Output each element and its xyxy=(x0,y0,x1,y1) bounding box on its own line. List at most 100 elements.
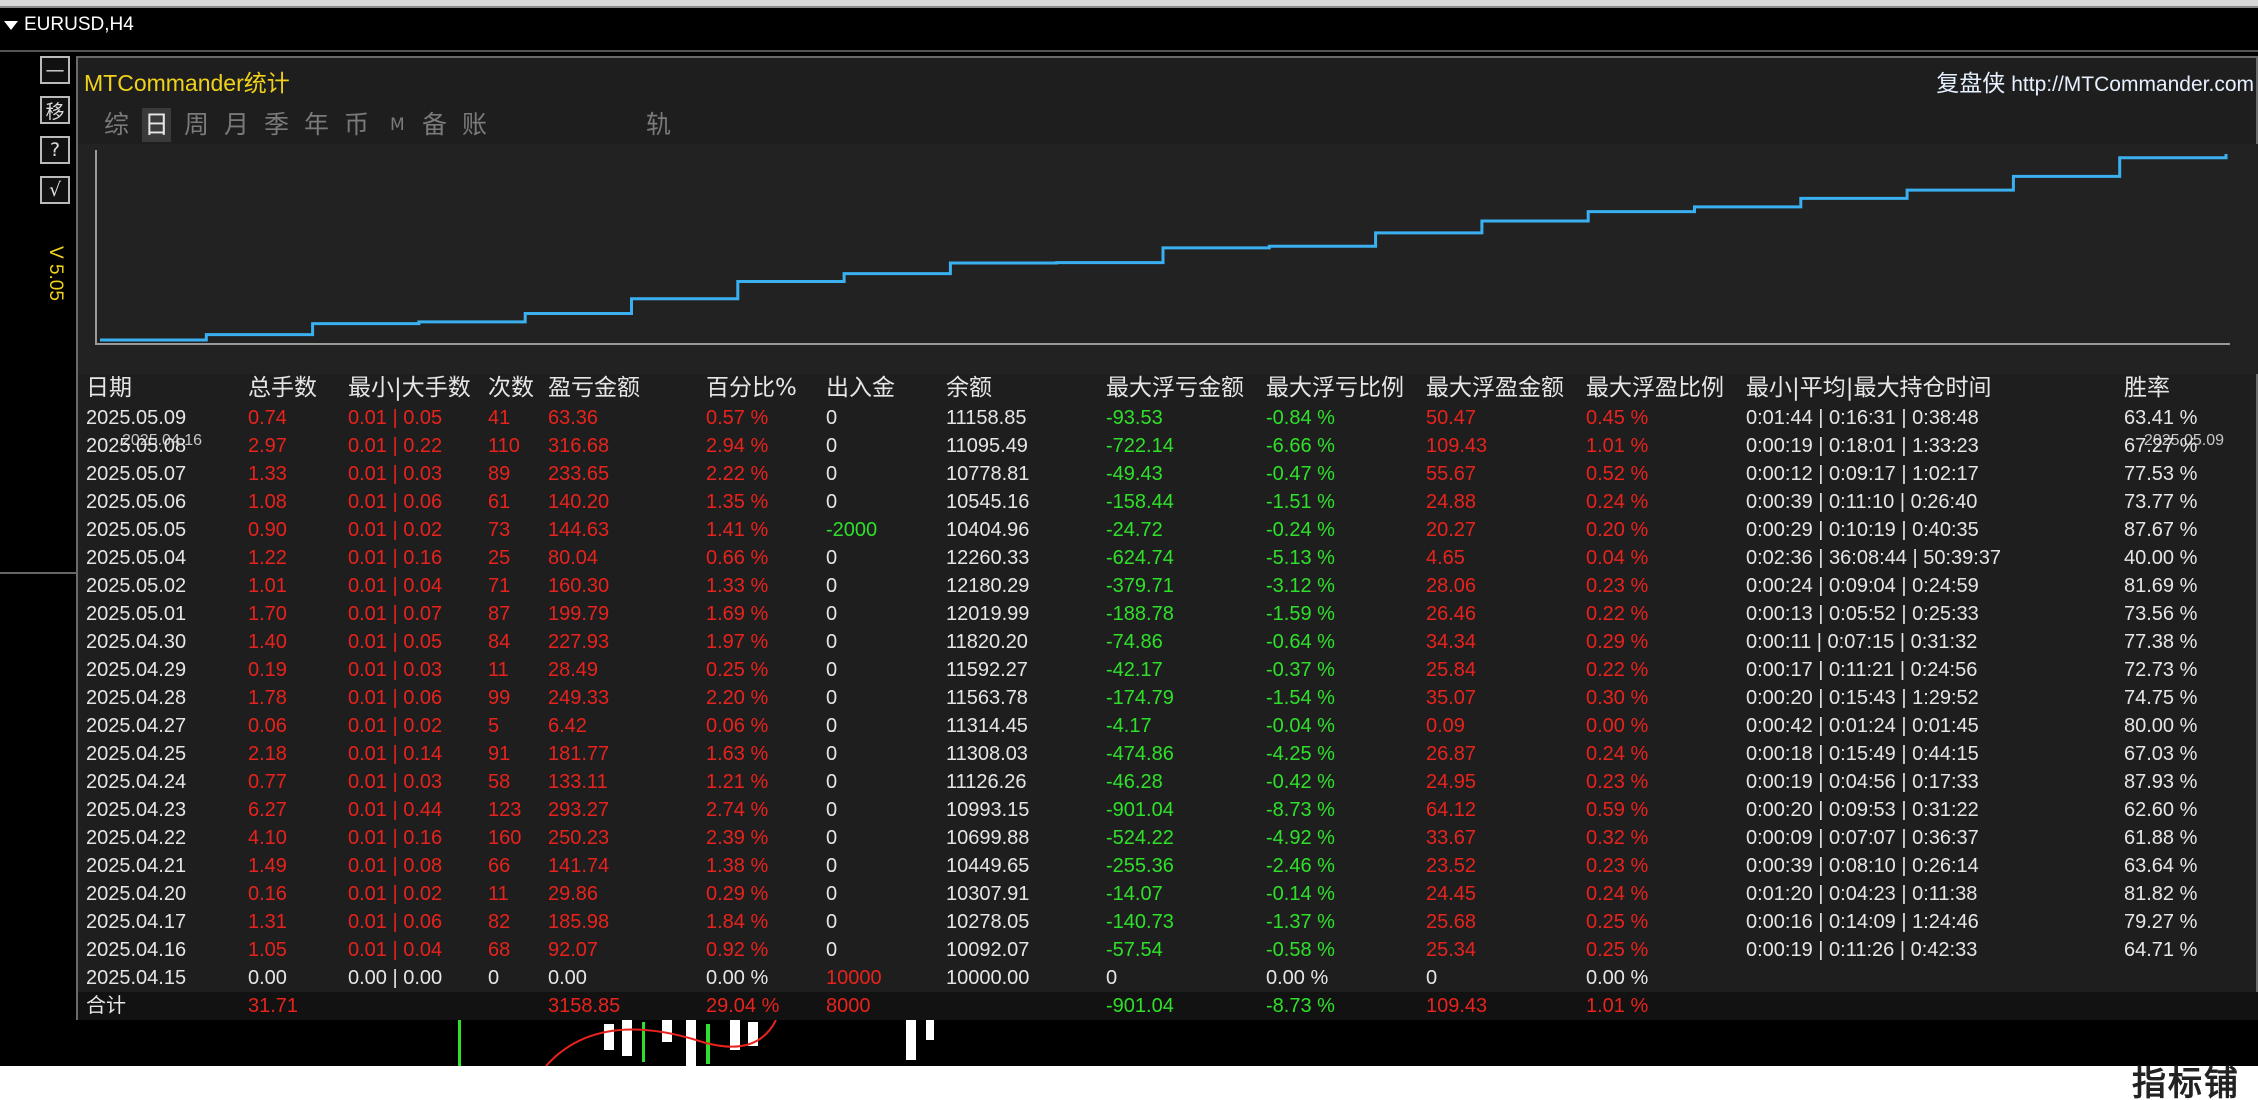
watermark-text: 指标铺 xyxy=(2132,1064,2240,1100)
cell-count: 110 xyxy=(488,435,520,457)
cell-max-dd-pct: -0.64 % xyxy=(1266,631,1335,653)
tab-1[interactable]: 日 xyxy=(142,108,172,142)
cell-max-runup-amount: 24.88 xyxy=(1426,491,1477,513)
header-max-runup-amount[interactable]: 最大浮盈金额 xyxy=(1426,374,1564,402)
cell-max-dd-amount: -42.17 xyxy=(1106,659,1163,681)
tab-2[interactable]: 周 xyxy=(182,108,211,142)
cell-max-runup-amount: 23.52 xyxy=(1426,855,1477,877)
tab-3[interactable]: 月 xyxy=(222,108,251,142)
cell-pct: 1.35 % xyxy=(706,491,769,513)
help-button[interactable]: ? xyxy=(40,136,70,164)
header-count[interactable]: 次数 xyxy=(488,374,534,402)
tab-0[interactable]: 综 xyxy=(102,108,131,142)
tab-5[interactable]: 年 xyxy=(302,108,331,142)
symbol-label: EURUSD,H4 xyxy=(24,14,134,35)
cell-date: 2025.04.25 xyxy=(86,743,187,765)
cell-balance: 11158.85 xyxy=(946,407,1027,429)
cell-total-lots: 1.22 xyxy=(248,547,287,569)
cell-count: 84 xyxy=(488,631,511,653)
header-max-dd-pct[interactable]: 最大浮亏比例 xyxy=(1266,374,1404,402)
cell-balance: 10545.16 xyxy=(946,491,1030,513)
cell-min-max-lots: 0.01 | 0.06 xyxy=(348,911,443,933)
cell-count: 58 xyxy=(488,771,511,793)
header-min-max-lots[interactable]: 最小|大手数 xyxy=(348,374,471,402)
cell-hold-time: 0:00:19 | 0:11:26 | 0:42:33 xyxy=(1746,939,1978,961)
cell-total-lots: 6.27 xyxy=(248,799,287,821)
cell-hold-time: 0:00:09 | 0:07:07 | 0:36:37 xyxy=(1746,827,1979,849)
cell-balance: 10278.05 xyxy=(946,911,1030,933)
cell-max-dd-amount: -46.28 xyxy=(1106,771,1163,793)
cell-deposit: 0 xyxy=(826,687,838,709)
cell-hold-time: 0:00:11 | 0:07:15 | 0:31:32 xyxy=(1746,631,1978,653)
cell-pct: 0.06 % xyxy=(706,715,769,737)
header-total-lots[interactable]: 总手数 xyxy=(248,374,317,402)
cell-win-rate: 81.82 % xyxy=(2124,883,2198,905)
cell-win-rate: 62.60 % xyxy=(2124,799,2198,821)
panel-title: MTCommander统计 xyxy=(84,70,290,96)
brand-url[interactable]: http://MTCommander.com xyxy=(2011,73,2254,96)
tab-7[interactable]: M xyxy=(388,108,407,142)
cell-total-lots: 1.33 xyxy=(248,463,287,485)
header-hold-time[interactable]: 最小|平均|最大持仓时间 xyxy=(1746,374,1992,402)
cell-max-runup-pct: 0.30 % xyxy=(1586,687,1649,709)
header-max-runup-pct[interactable]: 最大浮盈比例 xyxy=(1586,374,1724,402)
separator xyxy=(0,50,2258,52)
chart-symbol-tab[interactable]: EURUSD,H4 xyxy=(4,12,134,38)
cell-pct: 1.69 % xyxy=(706,603,769,625)
table-header: 日期 总手数 最小|大手数 次数 盈亏金额 百分比% 出入金 余额 最大浮亏金额 最大浮亏比例 最大… xyxy=(78,374,2258,402)
cell-win-rate: 63.64 % xyxy=(2124,855,2198,877)
minimize-button[interactable]: — xyxy=(40,56,70,84)
cell-max-dd-pct: -0.47 % xyxy=(1266,463,1335,485)
cell-max-runup-pct: 0.22 % xyxy=(1586,603,1649,625)
total-runup-amount: 109.43 xyxy=(1426,995,1488,1017)
total-label: 合计 xyxy=(86,995,126,1017)
tab-8[interactable]: 备 xyxy=(420,108,449,142)
cell-max-runup-pct: 0.23 % xyxy=(1586,855,1649,877)
confirm-button[interactable]: √ xyxy=(40,176,70,204)
header-pct[interactable]: 百分比% xyxy=(706,374,797,402)
cell-date: 2025.04.17 xyxy=(86,911,187,933)
cell-min-max-lots: 0.01 | 0.03 xyxy=(348,463,443,485)
table-row: 2025.04.30 1.40 0.01 | 0.05 84 227.93 1.97 % 0… xyxy=(78,628,2258,656)
cell-max-runup-pct: 0.04 % xyxy=(1586,547,1649,569)
total-deposit: 8000 xyxy=(826,995,871,1017)
cell-min-max-lots: 0.01 | 0.05 xyxy=(348,407,443,429)
cell-max-runup-amount: 25.68 xyxy=(1426,911,1477,933)
cell-deposit: 0 xyxy=(826,547,838,569)
dropdown-triangle-icon[interactable] xyxy=(4,20,18,30)
header-deposit[interactable]: 出入金 xyxy=(826,374,895,402)
header-max-dd-amount[interactable]: 最大浮亏金额 xyxy=(1106,374,1244,402)
tab-4[interactable]: 季 xyxy=(262,108,291,142)
cell-win-rate: 87.67 % xyxy=(2124,519,2198,541)
header-pnl[interactable]: 盈亏金额 xyxy=(548,374,640,402)
tab-6[interactable]: 币 xyxy=(342,108,371,142)
cell-deposit: 0 xyxy=(826,855,838,877)
cell-date: 2025.04.27 xyxy=(86,715,187,737)
cell-pct: 2.94 % xyxy=(706,435,769,457)
cell-deposit: 0 xyxy=(826,575,838,597)
cell-max-runup-amount: 0.09 xyxy=(1426,715,1465,737)
move-button[interactable]: 移 xyxy=(40,96,70,124)
header-balance[interactable]: 余额 xyxy=(946,374,992,402)
cell-pnl: 227.93 xyxy=(548,631,610,653)
cell-max-dd-amount: -140.73 xyxy=(1106,911,1174,933)
cell-count: 73 xyxy=(488,519,511,541)
cell-balance: 11820.20 xyxy=(946,631,1028,653)
cell-total-lots: 0.74 xyxy=(248,407,287,429)
brand[interactable]: 复盘侠 http://MTCommander.com xyxy=(1936,64,2254,98)
cell-total-lots: 0.19 xyxy=(248,659,287,681)
cell-max-dd-pct: -5.13 % xyxy=(1266,547,1335,569)
cell-win-rate: 72.73 % xyxy=(2124,659,2198,681)
header-win-rate[interactable]: 胜率 xyxy=(2124,374,2170,402)
cell-pnl: 28.49 xyxy=(548,659,599,681)
background-candles xyxy=(458,1020,934,1066)
cell-max-dd-amount: -74.86 xyxy=(1106,631,1163,653)
cell-win-rate: 61.88 % xyxy=(2124,827,2198,849)
cell-max-dd-pct: -3.12 % xyxy=(1266,575,1335,597)
cell-balance: 12180.29 xyxy=(946,575,1030,597)
cell-pnl: 140.20 xyxy=(548,491,610,513)
cell-max-runup-amount: 24.45 xyxy=(1426,883,1477,905)
cell-win-rate: 81.69 % xyxy=(2124,575,2198,597)
header-date[interactable]: 日期 xyxy=(86,374,132,402)
cell-max-runup-pct: 0.24 % xyxy=(1586,743,1649,765)
